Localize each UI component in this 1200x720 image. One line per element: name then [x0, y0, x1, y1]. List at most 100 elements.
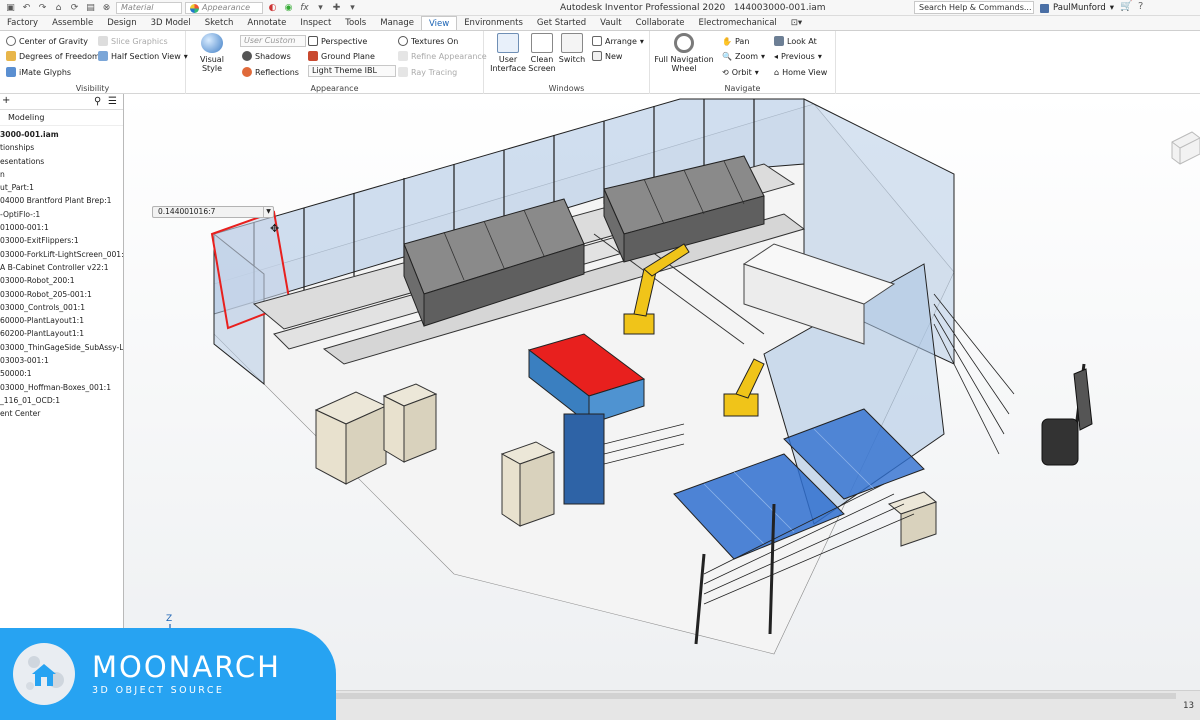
- browser-tree-item[interactable]: 60200-PlantLayout1:1: [0, 327, 123, 340]
- shadows-button[interactable]: Shadows: [242, 49, 291, 63]
- viewcube-icon[interactable]: [1170, 128, 1200, 168]
- graphics-viewport[interactable]: Z 0.144001016:7 ▼ ✥: [124, 94, 1200, 690]
- orbit-icon: ⟲: [722, 67, 729, 77]
- light-theme-dropdown[interactable]: Light Theme IBL: [308, 65, 396, 77]
- browser-tree-item[interactable]: 60000-PlantLayout1:1: [0, 314, 123, 327]
- clean-screen-button[interactable]: Clean Screen: [528, 33, 556, 73]
- chevron-down-icon[interactable]: ▼: [263, 207, 273, 217]
- degrees-of-freedom-button[interactable]: Degrees of Freedom: [6, 49, 100, 63]
- home-icon[interactable]: ⌂: [52, 2, 65, 14]
- browser-tree-item[interactable]: 03000_ThinGageSide_SubAssy-LAYOUT: [0, 341, 123, 354]
- user-interface-button[interactable]: User Interface: [490, 33, 526, 73]
- home-view-label: Home View: [782, 67, 828, 77]
- reflections-button[interactable]: Reflections: [242, 65, 299, 79]
- tab-sketch[interactable]: Sketch: [198, 16, 241, 30]
- fx-icon[interactable]: fx: [298, 2, 311, 14]
- browser-tree-item[interactable]: 04000 Brantford Plant Brep:1: [0, 194, 123, 207]
- select-icon[interactable]: ▤: [84, 2, 97, 14]
- browser-tree-item[interactable]: _116_01_OCD:1: [0, 394, 123, 407]
- half-section-view-button[interactable]: Half Section View ▾: [98, 49, 188, 63]
- look-at-button[interactable]: Look At: [774, 34, 817, 48]
- add-icon[interactable]: ✚: [330, 2, 343, 14]
- tab-design[interactable]: Design: [100, 16, 143, 30]
- clear-appearance-icon[interactable]: ◐: [266, 2, 279, 14]
- user-custom-dropdown[interactable]: User Custom: [240, 35, 306, 47]
- textures-on-button[interactable]: Textures On: [398, 34, 458, 48]
- browser-tree-item[interactable]: 03000_Hoffman-Boxes_001:1: [0, 381, 123, 394]
- offset-value-input[interactable]: 0.144001016:7 ▼: [152, 206, 274, 218]
- refine-appearance-button[interactable]: Refine Appearance: [398, 49, 487, 63]
- tab-electromechanical[interactable]: Electromechanical: [692, 16, 784, 30]
- menu-icon[interactable]: ☰: [108, 96, 117, 107]
- visual-style-button[interactable]: Visual Style: [192, 33, 232, 73]
- browser-tree-item[interactable]: n: [0, 168, 123, 181]
- pan-button[interactable]: ✋ Pan: [722, 34, 749, 48]
- material-dropdown[interactable]: Material: [116, 2, 182, 14]
- tab-vault[interactable]: Vault: [593, 16, 628, 30]
- tab-3d-model[interactable]: 3D Model: [144, 16, 198, 30]
- cart-icon[interactable]: 🛒: [1120, 1, 1132, 12]
- browser-mode[interactable]: Modeling: [0, 110, 123, 126]
- home-view-button[interactable]: ⌂ Home View: [774, 65, 827, 79]
- horizontal-scrollbar[interactable]: [336, 693, 1176, 699]
- browser-tree-item[interactable]: 03000-ExitFlippers:1: [0, 234, 123, 247]
- tab-environments[interactable]: Environments: [457, 16, 530, 30]
- chevron-down-icon: ▾: [754, 67, 759, 77]
- ground-plane-button[interactable]: Ground Plane: [308, 49, 375, 63]
- browser-tree-item[interactable]: 3000-001.iam: [0, 128, 123, 141]
- new-window-button[interactable]: New: [592, 49, 622, 63]
- imate-glyphs-button[interactable]: iMate Glyphs: [6, 65, 71, 79]
- tab-inspect[interactable]: Inspect: [293, 16, 338, 30]
- browser-tree-item[interactable]: 01000-001:1: [0, 221, 123, 234]
- orbit-button[interactable]: ⟲ Orbit ▾: [722, 65, 759, 79]
- perspective-button[interactable]: Perspective: [308, 34, 367, 48]
- browser-tree-item[interactable]: ut_Part:1: [0, 181, 123, 194]
- tab-annotate[interactable]: Annotate: [240, 16, 293, 30]
- dropdown-icon[interactable]: ▾: [314, 2, 327, 14]
- ribbon: Center of Gravity Degrees of Freedom iMa…: [0, 31, 1200, 94]
- user-menu[interactable]: PaulMunford ▾: [1040, 0, 1114, 16]
- browser-tree-item[interactable]: 03000_Controls_001:1: [0, 301, 123, 314]
- home-view-icon: ⌂: [774, 67, 780, 77]
- ray-tracing-button[interactable]: Ray Tracing: [398, 65, 457, 79]
- tab-get-started[interactable]: Get Started: [530, 16, 593, 30]
- browser-tree-item[interactable]: 50000:1: [0, 367, 123, 380]
- browser-tree-item[interactable]: 03000-Robot_200:1: [0, 274, 123, 287]
- more-icon[interactable]: ▾: [346, 2, 359, 14]
- full-navigation-wheel-button[interactable]: Full Navigation Wheel: [654, 33, 714, 73]
- help-icon[interactable]: ?: [1138, 1, 1143, 12]
- zoom-button[interactable]: 🔍 Zoom ▾: [722, 49, 765, 63]
- quick-access-toolbar: ▣ ↶ ↷ ⌂ ⟳ ▤ ⊗ Material Appearance ◐ ◉ fx…: [0, 0, 359, 16]
- open-icon[interactable]: ▣: [4, 2, 17, 14]
- undo-icon[interactable]: ↶: [20, 2, 33, 14]
- ribbon-options-icon[interactable]: ⊡▾: [784, 16, 809, 30]
- user-name: PaulMunford: [1053, 3, 1106, 13]
- browser-tree-item[interactable]: A B-Cabinet Controller v22:1: [0, 261, 123, 274]
- adjust-icon[interactable]: ◉: [282, 2, 295, 14]
- browser-tree-item[interactable]: -OptiFlo-:1: [0, 208, 123, 221]
- tab-assemble[interactable]: Assemble: [45, 16, 100, 30]
- switch-button[interactable]: Switch: [558, 33, 586, 64]
- browser-tree-item[interactable]: ent Center: [0, 407, 123, 420]
- browser-tree-item[interactable]: 03000-Robot_205-001:1: [0, 288, 123, 301]
- appearance-panel: Visual Style User Custom Shadows Reflect…: [186, 31, 487, 94]
- tab-collaborate[interactable]: Collaborate: [629, 16, 692, 30]
- tab-manage[interactable]: Manage: [373, 16, 421, 30]
- search-input[interactable]: Search Help & Commands...: [914, 1, 1034, 14]
- center-of-gravity-button[interactable]: Center of Gravity: [6, 34, 88, 48]
- browser-tree-item[interactable]: esentations: [0, 155, 123, 168]
- slice-graphics-button[interactable]: Slice Graphics: [98, 34, 168, 48]
- update-icon[interactable]: ⟳: [68, 2, 81, 14]
- browser-tree-item[interactable]: 03000-ForkLift-LightScreen_001:1: [0, 248, 123, 261]
- browser-tree-item[interactable]: tionships: [0, 141, 123, 154]
- browser-tree-item[interactable]: 03003-001:1: [0, 354, 123, 367]
- appearance-dropdown[interactable]: Appearance: [185, 2, 263, 14]
- redo-icon[interactable]: ↷: [36, 2, 49, 14]
- add-icon[interactable]: +: [2, 95, 10, 106]
- tab-tools[interactable]: Tools: [338, 16, 373, 30]
- arrange-button[interactable]: Arrange ▾: [592, 34, 644, 48]
- previous-button[interactable]: ◂ Previous ▾: [774, 49, 822, 63]
- tab-factory[interactable]: Factory: [0, 16, 45, 30]
- tab-view[interactable]: View: [421, 16, 458, 30]
- search-icon[interactable]: ⚲: [94, 96, 101, 107]
